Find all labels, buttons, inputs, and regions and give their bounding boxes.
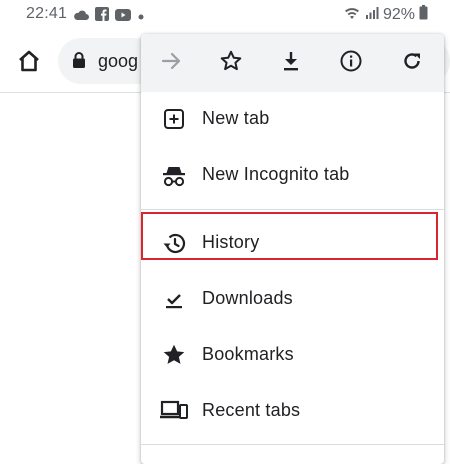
url-text: goog: [98, 51, 139, 71]
bookmark-button[interactable]: [216, 48, 246, 78]
download-page-button[interactable]: [276, 48, 306, 78]
battery-icon: [419, 5, 428, 25]
home-icon: [14, 50, 44, 80]
refresh-icon: [400, 49, 424, 78]
menu-item-label: New Incognito tab: [202, 164, 350, 184]
download-icon: [279, 49, 303, 78]
forward-arrow-icon: [160, 49, 184, 78]
signal-icon: [365, 6, 379, 25]
status-left-icons: [73, 7, 145, 26]
page-info-button[interactable]: [336, 48, 366, 78]
status-time: 22:41: [26, 5, 68, 22]
menu-item-label: New tab: [202, 108, 270, 128]
menu-item-new-tab[interactable]: New tab: [141, 91, 444, 147]
status-bar: 22:41 92%: [0, 0, 450, 30]
menu-item-downloads[interactable]: Downloads: [141, 271, 444, 327]
forward-button[interactable]: [157, 48, 187, 78]
battery-percent: 92%: [382, 6, 415, 23]
menu-divider: [141, 444, 444, 445]
menu-item-label: Recent tabs: [202, 400, 301, 420]
download-check-icon: [159, 284, 189, 314]
devices-icon: [159, 396, 189, 426]
info-icon: [339, 49, 363, 78]
status-right: 92%: [343, 5, 428, 25]
facebook-icon: [95, 7, 109, 26]
menu-item-label: Bookmarks: [202, 344, 294, 364]
lock-icon: [72, 51, 86, 74]
wifi-icon: [343, 6, 361, 25]
incognito-icon: [159, 160, 189, 190]
star-filled-icon: [159, 340, 189, 370]
menu-item-recent-tabs[interactable]: Recent tabs: [141, 383, 444, 439]
home-button[interactable]: [14, 46, 44, 76]
menu-item-label: Downloads: [202, 288, 293, 308]
youtube-icon: [115, 8, 131, 26]
menu-item-bookmarks[interactable]: Bookmarks: [141, 327, 444, 383]
menu-item-new-incognito-tab[interactable]: New Incognito tab: [141, 147, 444, 203]
cloud-icon: [73, 8, 89, 26]
plus-box-icon: [159, 104, 189, 134]
dot-icon: [137, 8, 145, 26]
menu-icon-row: [141, 34, 444, 92]
menu-divider: [141, 209, 444, 210]
refresh-button[interactable]: [397, 48, 427, 78]
star-icon: [219, 49, 243, 78]
history-highlight-box: [141, 212, 438, 260]
